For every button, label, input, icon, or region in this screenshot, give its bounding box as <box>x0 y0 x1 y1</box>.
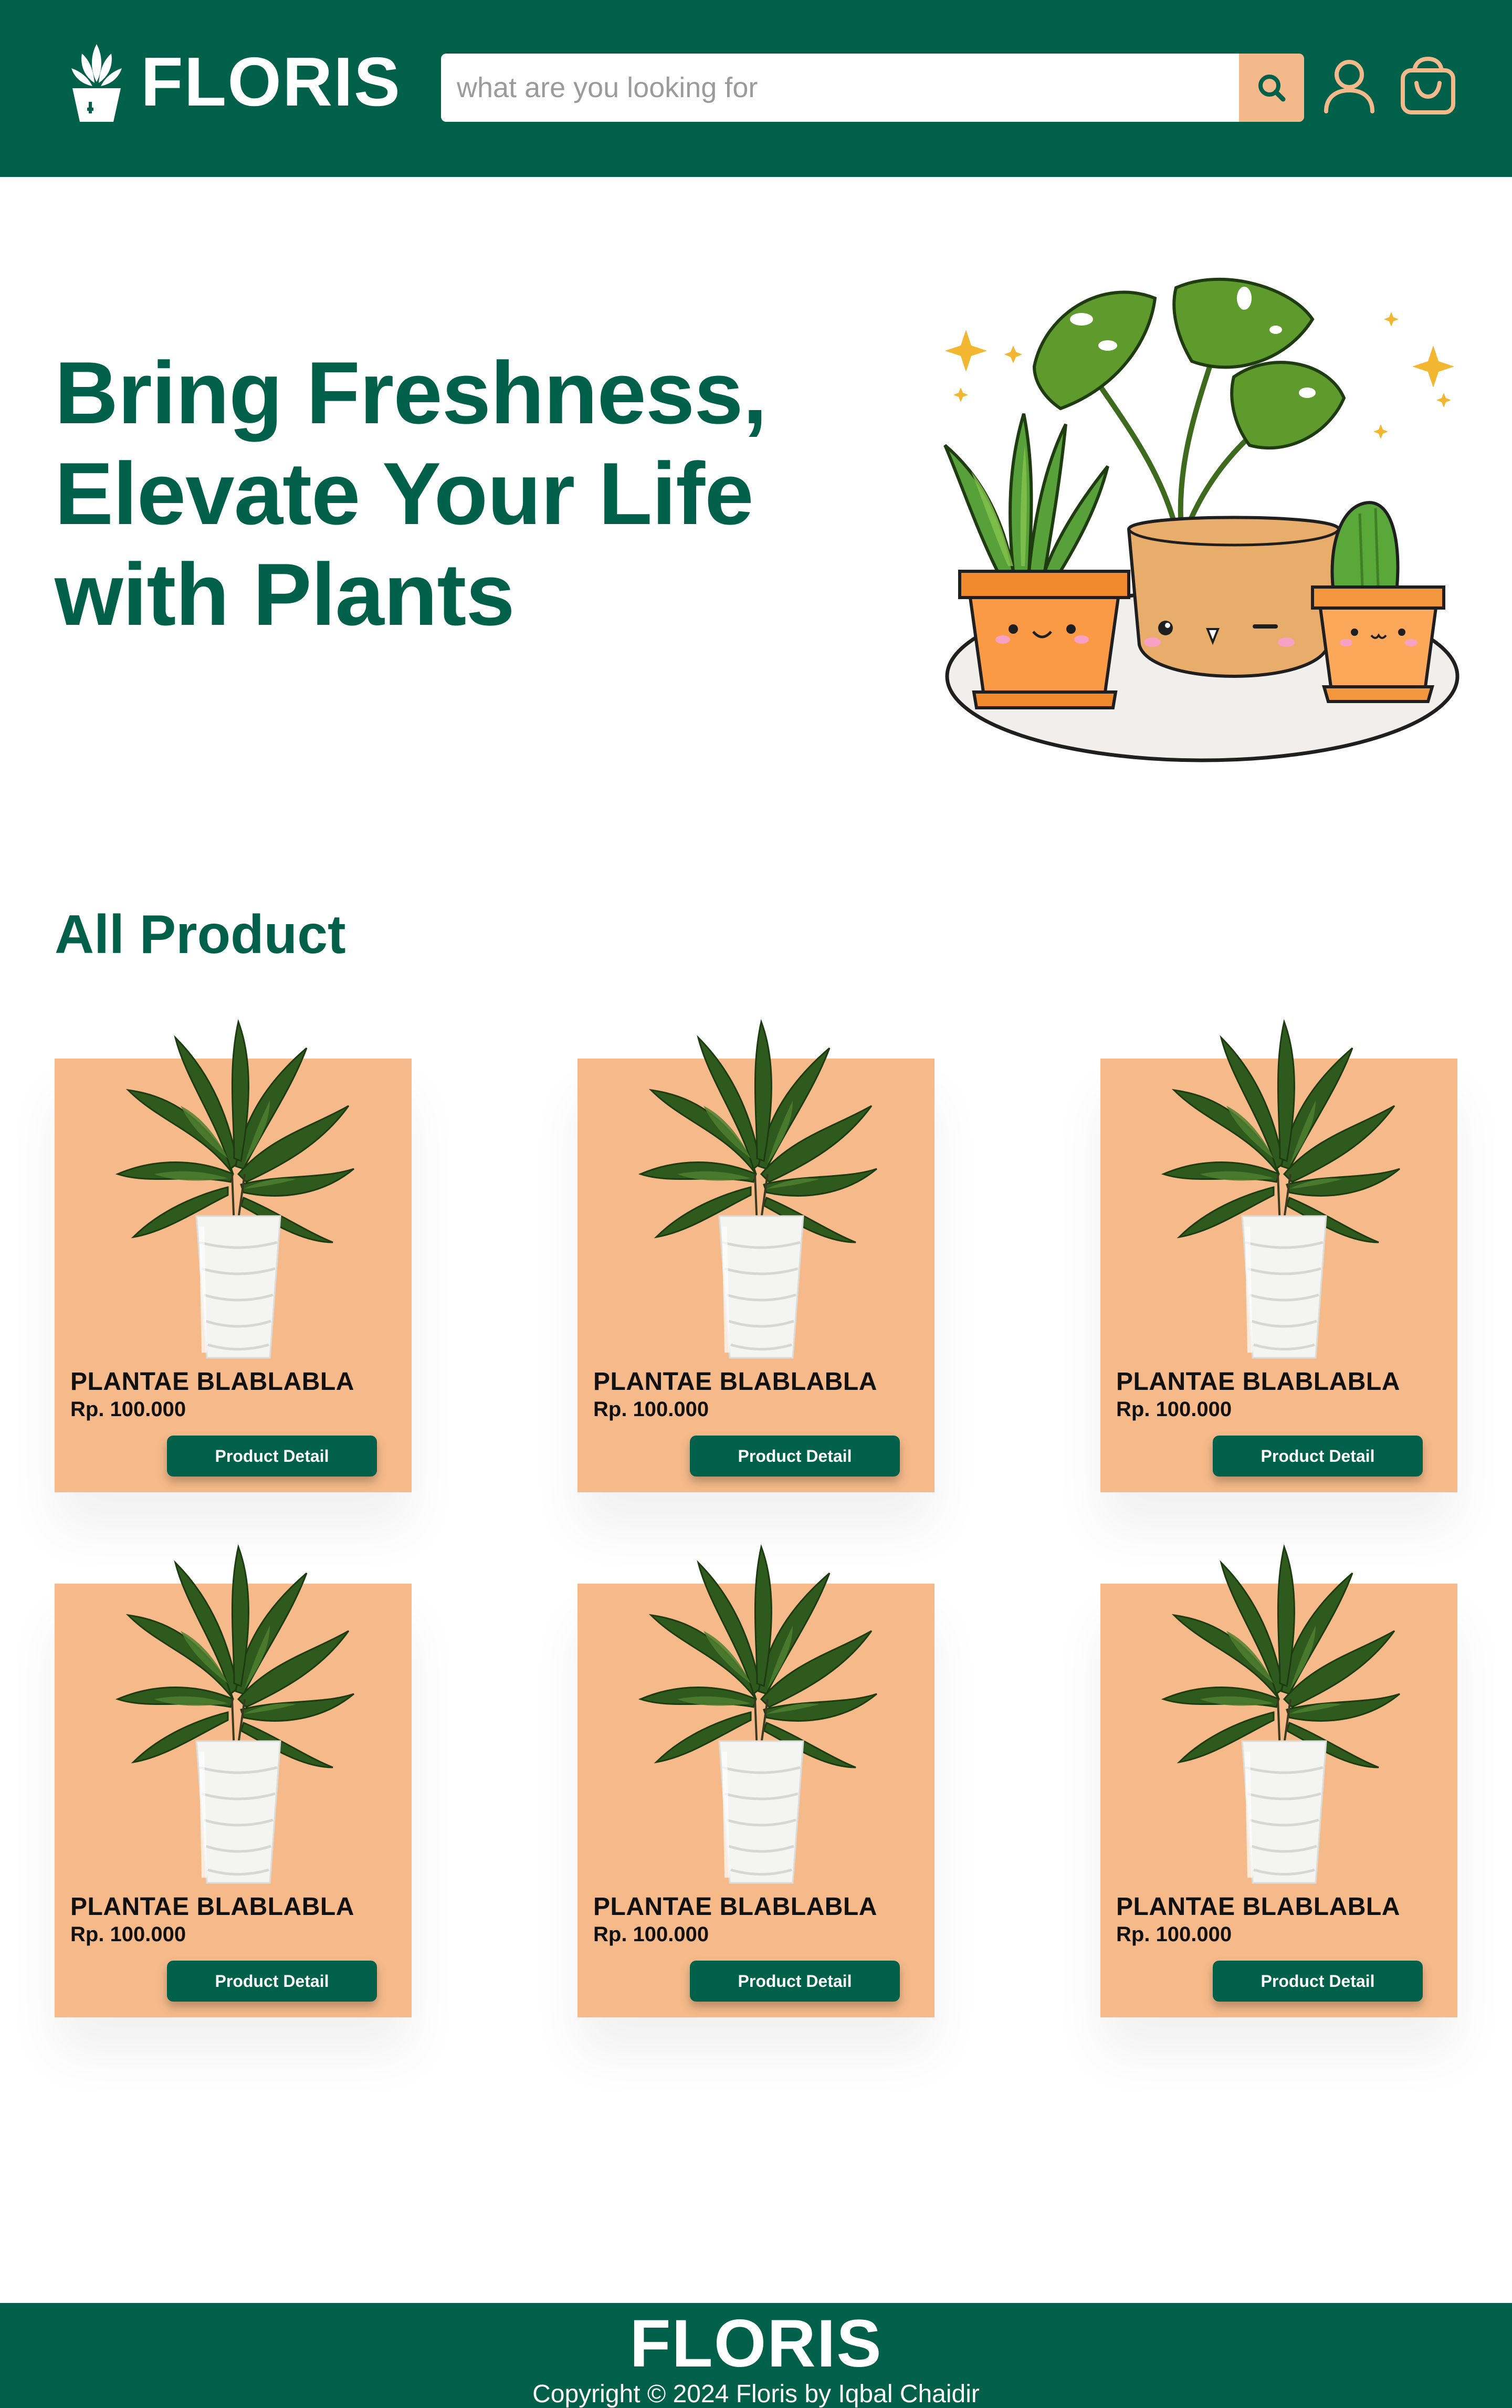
product-detail-button[interactable]: Product Detail <box>1213 1961 1423 2002</box>
product-card[interactable]: PLANTAE BLABLABLA Rp. 100.000 Product De… <box>1100 1059 1457 1492</box>
product-image <box>620 1001 892 1363</box>
product-price: Rp. 100.000 <box>70 1923 186 1946</box>
product-image <box>97 1526 370 1888</box>
product-name: PLANTAE BLABLABLA <box>593 1893 877 1921</box>
search-input[interactable] <box>441 54 1239 122</box>
potted-plants-illustration <box>943 277 1460 762</box>
product-card[interactable]: PLANTAE BLABLABLA Rp. 100.000 Product De… <box>55 1059 412 1492</box>
brand-logo[interactable]: FLORIS <box>67 40 401 124</box>
product-image <box>97 1001 370 1363</box>
product-detail-button[interactable]: Product Detail <box>690 1436 900 1477</box>
shopping-bag-icon[interactable] <box>1399 57 1457 116</box>
search-button[interactable] <box>1239 54 1304 122</box>
product-price: Rp. 100.000 <box>593 1923 709 1946</box>
product-price: Rp. 100.000 <box>1116 1923 1232 1946</box>
plant-pot-logo-icon <box>71 44 122 122</box>
product-detail-button[interactable]: Product Detail <box>1213 1436 1423 1477</box>
hero-headline: Bring Freshness, Elevate Your Life with … <box>55 342 842 645</box>
product-image <box>620 1526 892 1888</box>
product-name: PLANTAE BLABLABLA <box>70 1893 354 1921</box>
product-detail-button[interactable]: Product Detail <box>167 1436 377 1477</box>
product-name: PLANTAE BLABLABLA <box>593 1368 877 1396</box>
footer: FLORIS Copyright © 2024 Floris by Iqbal … <box>0 2303 1512 2408</box>
product-card[interactable]: PLANTAE BLABLABLA Rp. 100.000 Product De… <box>578 1059 934 1492</box>
brand-name: FLORIS <box>141 43 401 120</box>
product-card[interactable]: PLANTAE BLABLABLA Rp. 100.000 Product De… <box>1100 1584 1457 2017</box>
footer-brand-name: FLORIS <box>629 2306 883 2381</box>
hero-headline-line-1: Bring Freshness, <box>55 343 767 442</box>
footer-copyright: Copyright © 2024 Floris by Iqbal Chaidir <box>532 2380 980 2408</box>
product-price: Rp. 100.000 <box>1116 1398 1232 1421</box>
product-name: PLANTAE BLABLABLA <box>1116 1893 1400 1921</box>
product-price: Rp. 100.000 <box>70 1398 186 1421</box>
section-title-all-product: All Product <box>55 904 346 965</box>
hero-headline-line-2: Elevate Your Life <box>55 444 754 543</box>
product-image <box>1142 1526 1415 1888</box>
product-name: PLANTAE BLABLABLA <box>70 1368 354 1396</box>
search-icon <box>1258 75 1286 102</box>
top-navbar: FLORIS <box>0 0 1512 177</box>
search-bar <box>441 54 1304 122</box>
product-detail-button[interactable]: Product Detail <box>690 1961 900 2002</box>
product-card[interactable]: PLANTAE BLABLABLA Rp. 100.000 Product De… <box>55 1584 412 2017</box>
product-name: PLANTAE BLABLABLA <box>1116 1368 1400 1396</box>
product-price: Rp. 100.000 <box>593 1398 709 1421</box>
product-detail-button[interactable]: Product Detail <box>167 1961 377 2002</box>
product-image <box>1142 1001 1415 1363</box>
user-icon[interactable] <box>1320 57 1379 116</box>
hero-headline-line-3: with Plants <box>55 545 515 644</box>
product-card[interactable]: PLANTAE BLABLABLA Rp. 100.000 Product De… <box>578 1584 934 2017</box>
